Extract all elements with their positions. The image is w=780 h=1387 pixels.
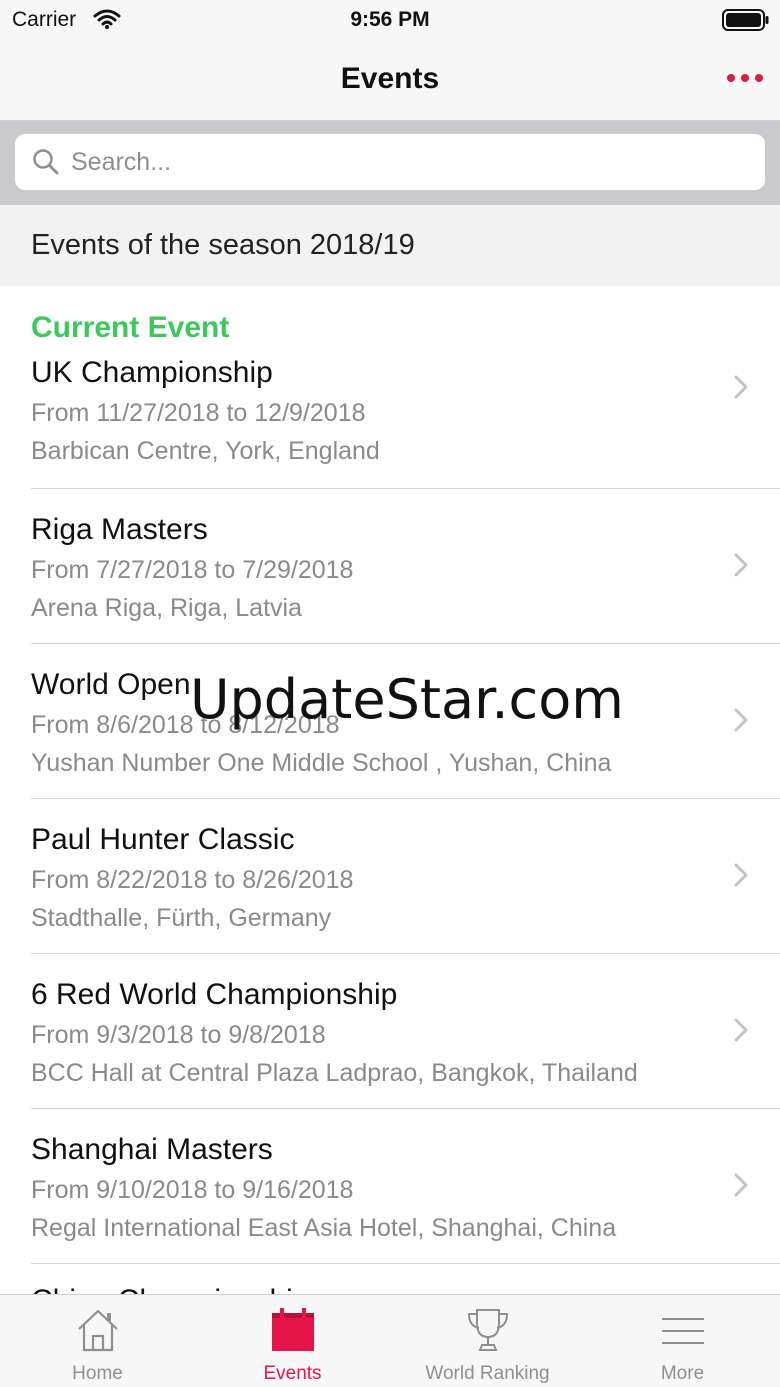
clock: 9:56 PM — [350, 8, 430, 31]
section-header: Events of the season 2018/19 — [0, 205, 780, 286]
event-name: 6 Red World Championship — [31, 978, 398, 1011]
event-date: From 9/3/2018 to 9/8/2018 — [31, 1021, 326, 1049]
tab-label: More — [660, 1363, 705, 1384]
tab-world-ranking[interactable]: World Ranking — [390, 1295, 585, 1387]
event-venue: Arena Riga, Riga, Latvia — [31, 594, 302, 622]
event-name: UK Championship — [31, 356, 273, 389]
event-row-paul-hunter-classic[interactable]: Paul Hunter Classic From 8/22/2018 to 8/… — [0, 799, 780, 954]
menu-icon — [585, 1307, 780, 1358]
tab-label: World Ranking — [425, 1363, 550, 1384]
search-bar — [0, 121, 780, 205]
search-box[interactable] — [15, 134, 765, 190]
event-venue: BCC Hall at Central Plaza Ladprao, Bangk… — [31, 1059, 638, 1087]
tab-more[interactable]: More — [585, 1295, 780, 1387]
chevron-right-icon — [733, 374, 749, 405]
section-title: Events of the season 2018/19 — [31, 229, 415, 261]
event-date: From 8/6/2018 to 8/12/2018 — [31, 711, 340, 739]
event-date: From 7/27/2018 to 7/29/2018 — [31, 556, 354, 584]
chevron-right-icon — [733, 552, 749, 583]
page-title: Events — [340, 62, 440, 95]
events-list: Current Event UK Championship From 11/27… — [0, 286, 780, 1304]
chevron-right-icon — [733, 1172, 749, 1203]
calendar-icon — [195, 1307, 390, 1358]
event-name: World Open — [31, 668, 191, 701]
search-icon — [32, 148, 60, 181]
event-row-riga-masters[interactable]: Riga Masters From 7/27/2018 to 7/29/2018… — [0, 489, 780, 644]
battery-icon — [722, 9, 770, 36]
tab-label: Events — [263, 1363, 322, 1384]
chevron-right-icon — [733, 862, 749, 893]
event-venue: Stadthalle, Fürth, Germany — [31, 904, 332, 932]
event-venue: Regal International East Asia Hotel, Sha… — [31, 1214, 617, 1242]
tab-events[interactable]: Events — [195, 1295, 390, 1387]
status-bar: Carrier 9:56 PM — [0, 0, 780, 40]
event-name: Shanghai Masters — [31, 1133, 273, 1166]
trophy-icon — [390, 1307, 585, 1358]
event-date: From 8/22/2018 to 8/26/2018 — [31, 866, 354, 894]
tab-bar: Home Events World Ranking More — [0, 1294, 780, 1387]
event-date: From 11/27/2018 to 12/9/2018 — [31, 399, 366, 427]
search-input[interactable] — [71, 142, 751, 182]
event-row-shanghai-masters[interactable]: Shanghai Masters From 9/10/2018 to 9/16/… — [0, 1109, 780, 1264]
event-date: From 9/10/2018 to 9/16/2018 — [31, 1176, 354, 1204]
tab-home[interactable]: Home — [0, 1295, 195, 1387]
tab-label: Home — [72, 1363, 123, 1384]
event-name: Paul Hunter Classic — [31, 823, 295, 856]
event-row-uk-championship[interactable]: Current Event UK Championship From 11/27… — [0, 286, 780, 489]
event-row-world-open[interactable]: World Open From 8/6/2018 to 8/12/2018 Yu… — [0, 644, 780, 799]
navigation-bar: Events — [0, 40, 780, 121]
event-venue: Barbican Centre, York, England — [31, 437, 380, 465]
chevron-right-icon — [733, 1017, 749, 1048]
chevron-right-icon — [733, 707, 749, 738]
current-event-label: Current Event — [31, 311, 230, 344]
event-venue: Yushan Number One Middle School , Yushan… — [31, 749, 612, 777]
ellipsis-icon[interactable] — [726, 70, 764, 88]
event-row-6-red-world-championship[interactable]: 6 Red World Championship From 9/3/2018 t… — [0, 954, 780, 1109]
event-name: Riga Masters — [31, 513, 208, 546]
home-icon — [0, 1307, 195, 1358]
